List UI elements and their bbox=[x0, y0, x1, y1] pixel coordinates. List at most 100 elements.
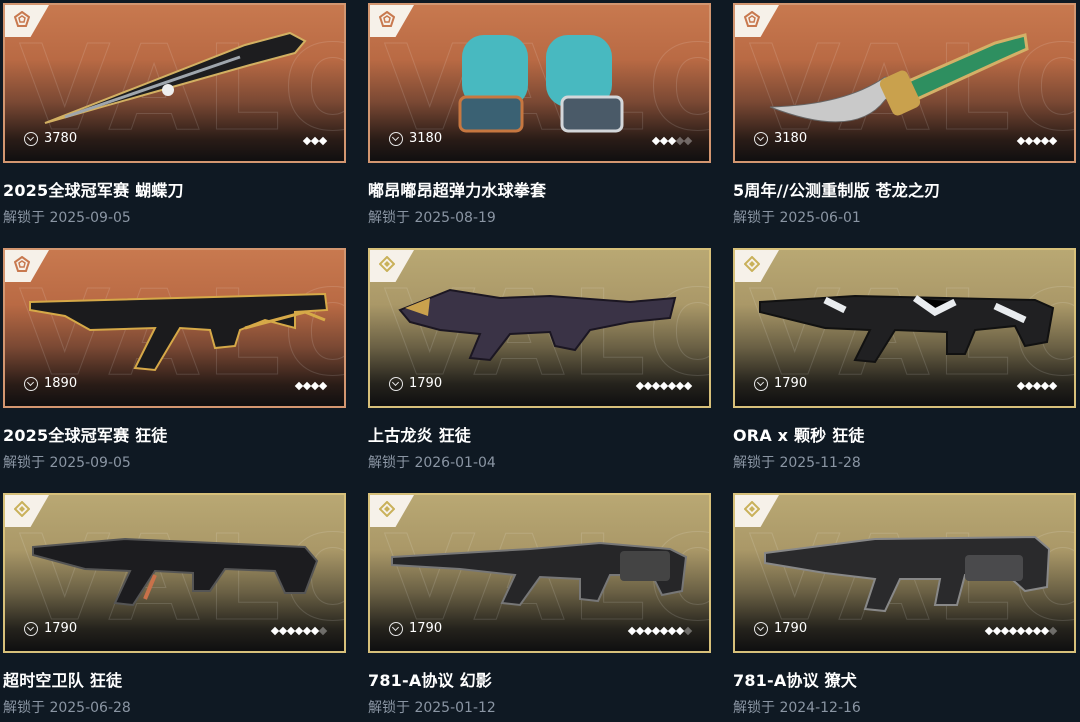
skin-card[interactable]: VALORANT 1790 bbox=[368, 248, 711, 408]
price-tag: 1790 bbox=[389, 621, 442, 636]
price-tag: 1790 bbox=[24, 621, 77, 636]
skin-card-cell: VALORANT 1790 上古龙炎 狂徒 解锁于 2026-01-04 bbox=[368, 248, 711, 493]
skin-card-cell: VALORANT 1790 781-A协议 獠犬 解锁于 2024-12-16 bbox=[733, 493, 1076, 722]
skin-card[interactable]: VALORANT 3780 bbox=[3, 3, 346, 163]
skin-name: 5周年//公测重制版 苍龙之刃 bbox=[733, 181, 941, 200]
rarity-dot bbox=[318, 626, 328, 636]
unlock-date: 解锁于 2026-01-04 bbox=[368, 452, 711, 472]
skin-name: 2025全球冠军赛 蝴蝶刀 bbox=[3, 181, 184, 200]
unlock-label: 解锁于 bbox=[733, 455, 775, 471]
rarity-dots bbox=[294, 381, 328, 391]
rarity-dot bbox=[1048, 136, 1058, 146]
skin-card-cell: VALORANT 1890 2025全球冠军赛 狂徒 解锁于 2025-09-0… bbox=[3, 248, 346, 493]
skin-name: 超时空卫队 狂徒 bbox=[3, 671, 123, 690]
skin-card-cell: VALORANT 1790 781-A协议 幻影 解锁于 2025-01-12 bbox=[368, 493, 711, 722]
vp-currency-icon bbox=[24, 376, 38, 391]
unlock-date: 解锁于 2025-01-12 bbox=[368, 697, 711, 717]
vp-currency-icon bbox=[24, 621, 38, 636]
skin-card[interactable]: VALORANT 3180 bbox=[368, 3, 711, 163]
vp-currency-icon bbox=[754, 131, 768, 146]
skin-card-cell: VALORANT 1790 ORA x 颗秒 狂徒 解锁于 2025-11-28 bbox=[733, 248, 1076, 493]
price-tag: 1790 bbox=[754, 621, 807, 636]
unlock-date-value: 2024-12-16 bbox=[779, 700, 861, 716]
unlock-label: 解锁于 bbox=[3, 455, 45, 471]
skin-card-cell: VALORANT 3180 5周年//公测重制版 苍龙之刃 解锁于 2025-0… bbox=[733, 3, 1076, 248]
rarity-dot bbox=[318, 136, 328, 146]
skin-card[interactable]: VALORANT 1790 bbox=[3, 493, 346, 653]
rarity-dots bbox=[651, 136, 693, 146]
skin-card-cell: VALORANT 3780 2025全球冠军赛 蝴蝶刀 解锁于 2025-09-… bbox=[3, 3, 346, 248]
unlock-date-value: 2025-06-28 bbox=[49, 700, 131, 716]
skin-card[interactable]: VALORANT 1890 bbox=[3, 248, 346, 408]
unlock-date: 解锁于 2025-11-28 bbox=[733, 452, 1076, 472]
price-tag: 3180 bbox=[389, 131, 442, 146]
skin-name: 2025全球冠军赛 狂徒 bbox=[3, 426, 168, 445]
price-tag: 1790 bbox=[389, 376, 442, 391]
rarity-dots bbox=[984, 626, 1058, 636]
price-tag: 1890 bbox=[24, 376, 77, 391]
unlock-label: 解锁于 bbox=[733, 210, 775, 226]
unlock-date-value: 2025-11-28 bbox=[779, 455, 861, 471]
price-value: 1790 bbox=[44, 621, 78, 636]
unlock-label: 解锁于 bbox=[3, 210, 45, 226]
rarity-dots bbox=[627, 626, 693, 636]
skin-name: 上古龙炎 狂徒 bbox=[368, 426, 471, 445]
unlock-date-value: 2025-06-01 bbox=[779, 210, 861, 226]
skin-name: 嘟昂嘟昂超弹力水球拳套 bbox=[368, 181, 547, 200]
rarity-dots bbox=[270, 626, 328, 636]
rarity-dot bbox=[1048, 381, 1058, 391]
unlock-date-value: 2025-01-12 bbox=[414, 700, 496, 716]
rarity-dot bbox=[683, 381, 693, 391]
rarity-dot bbox=[1048, 626, 1058, 636]
rarity-dots bbox=[1016, 136, 1058, 146]
skin-name: 781-A协议 幻影 bbox=[368, 671, 492, 690]
price-tag: 3180 bbox=[754, 131, 807, 146]
unlock-label: 解锁于 bbox=[3, 700, 45, 716]
price-value: 3180 bbox=[409, 131, 443, 146]
vp-currency-icon bbox=[24, 131, 38, 146]
unlock-label: 解锁于 bbox=[368, 210, 410, 226]
unlock-date: 解锁于 2025-09-05 bbox=[3, 452, 346, 472]
rarity-dot bbox=[683, 626, 693, 636]
unlock-date: 解锁于 2025-06-01 bbox=[733, 207, 1076, 227]
skin-card-cell: VALORANT 1790 超时空卫队 狂徒 解锁于 2025-06-28 bbox=[3, 493, 346, 722]
price-value: 3180 bbox=[774, 131, 808, 146]
vp-currency-icon bbox=[389, 376, 403, 391]
unlock-label: 解锁于 bbox=[733, 700, 775, 716]
rarity-dot bbox=[318, 381, 328, 391]
unlock-date: 解锁于 2025-09-05 bbox=[3, 207, 346, 227]
skin-card-cell: VALORANT 3180 嘟昂嘟昂超弹力水球拳套 解锁于 2025-08-19 bbox=[368, 3, 711, 248]
rarity-dots bbox=[302, 136, 328, 146]
skin-card[interactable]: VALORANT 1790 bbox=[733, 493, 1076, 653]
price-value: 1790 bbox=[409, 621, 443, 636]
price-tag: 3780 bbox=[24, 131, 77, 146]
unlock-date-value: 2026-01-04 bbox=[414, 455, 496, 471]
price-tag: 1790 bbox=[754, 376, 807, 391]
unlock-date-value: 2025-09-05 bbox=[49, 455, 131, 471]
price-value: 3780 bbox=[44, 131, 78, 146]
rarity-dot bbox=[683, 136, 693, 146]
unlock-date-value: 2025-09-05 bbox=[49, 210, 131, 226]
skin-card[interactable]: VALORANT 3180 bbox=[733, 3, 1076, 163]
vp-currency-icon bbox=[389, 621, 403, 636]
skin-name: ORA x 颗秒 狂徒 bbox=[733, 426, 865, 445]
unlock-label: 解锁于 bbox=[368, 455, 410, 471]
price-value: 1790 bbox=[774, 376, 808, 391]
vp-currency-icon bbox=[754, 376, 768, 391]
vp-currency-icon bbox=[389, 131, 403, 146]
price-value: 1790 bbox=[409, 376, 443, 391]
unlock-label: 解锁于 bbox=[368, 700, 410, 716]
skin-collection-grid: VALORANT 3780 2025全球冠军赛 蝴蝶刀 解锁于 2025-09-… bbox=[3, 3, 1076, 722]
price-value: 1890 bbox=[44, 376, 78, 391]
price-value: 1790 bbox=[774, 621, 808, 636]
unlock-date: 解锁于 2025-08-19 bbox=[368, 207, 711, 227]
unlock-date: 解锁于 2024-12-16 bbox=[733, 697, 1076, 717]
unlock-date: 解锁于 2025-06-28 bbox=[3, 697, 346, 717]
rarity-dots bbox=[1016, 381, 1058, 391]
skin-name: 781-A协议 獠犬 bbox=[733, 671, 857, 690]
skin-card[interactable]: VALORANT 1790 bbox=[368, 493, 711, 653]
rarity-dots bbox=[635, 381, 693, 391]
unlock-date-value: 2025-08-19 bbox=[414, 210, 496, 226]
vp-currency-icon bbox=[754, 621, 768, 636]
skin-card[interactable]: VALORANT 1790 bbox=[733, 248, 1076, 408]
